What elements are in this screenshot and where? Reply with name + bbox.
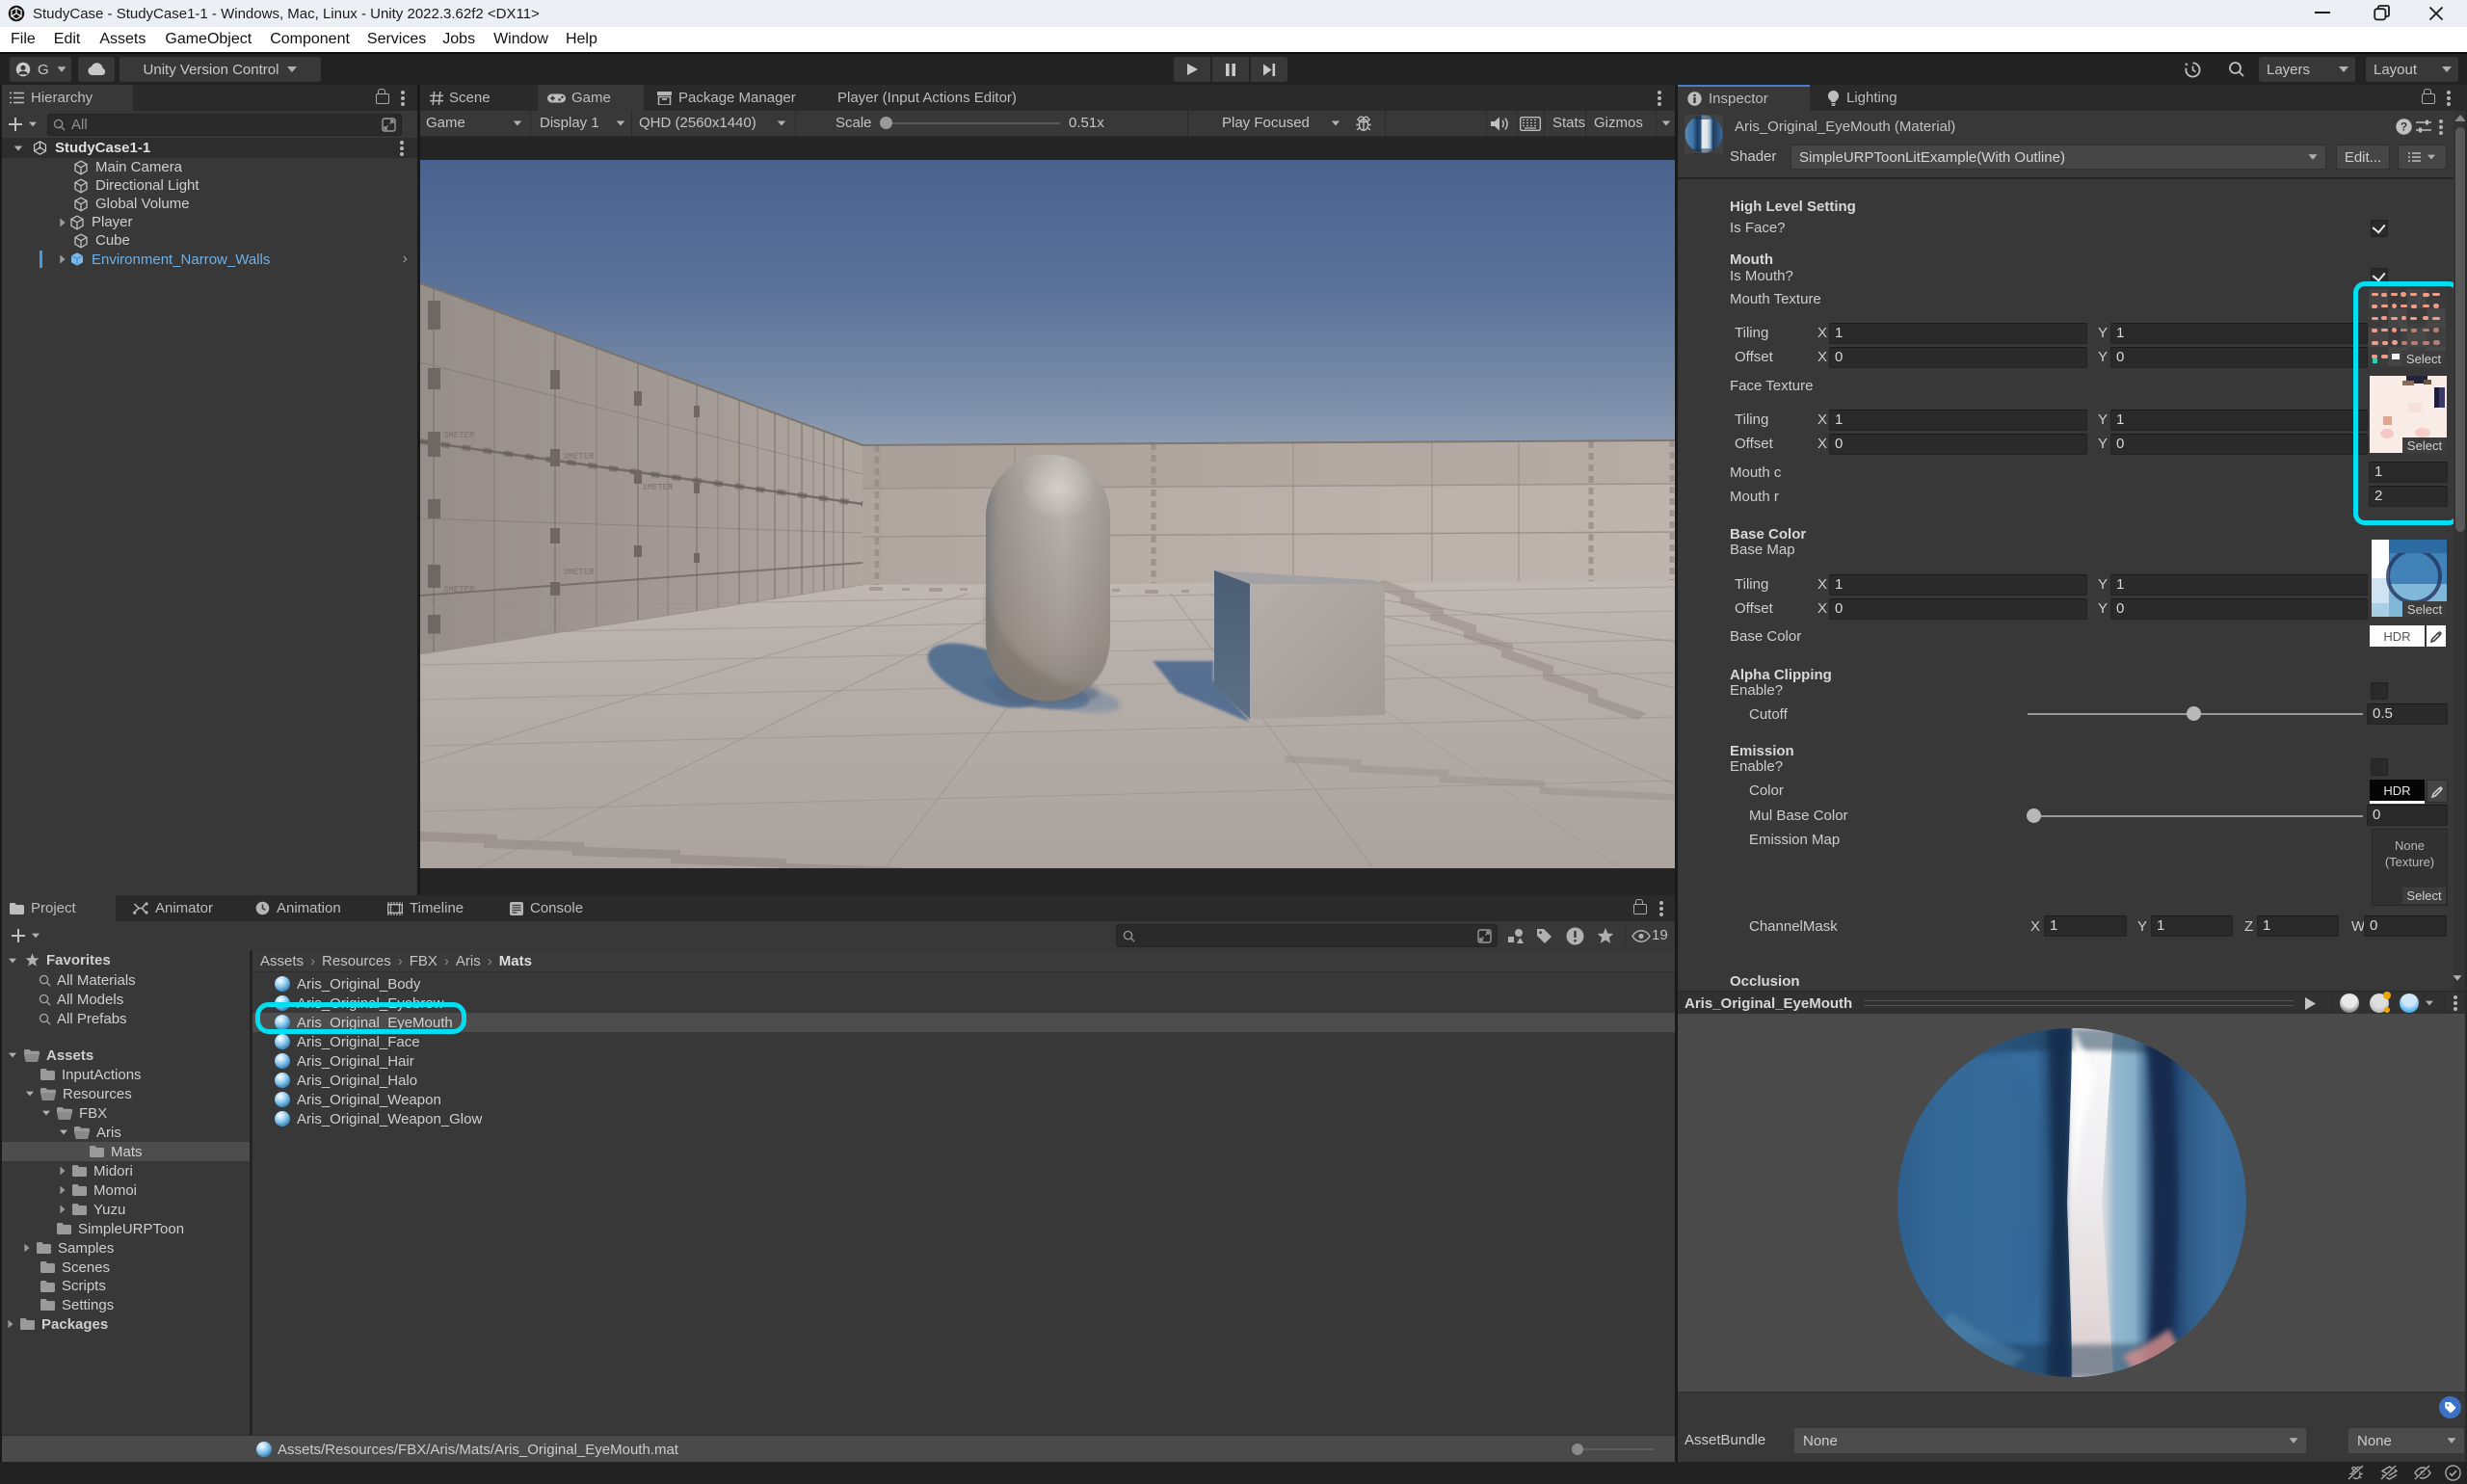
- svg-text:?: ?: [2401, 120, 2407, 134]
- svg-text:3METER: 3METER: [563, 452, 595, 462]
- svg-text:3METER: 3METER: [443, 585, 475, 595]
- svg-text:3METER: 3METER: [563, 568, 595, 577]
- svg-text:3METER: 3METER: [443, 431, 475, 440]
- svg-text:3METER: 3METER: [642, 483, 674, 492]
